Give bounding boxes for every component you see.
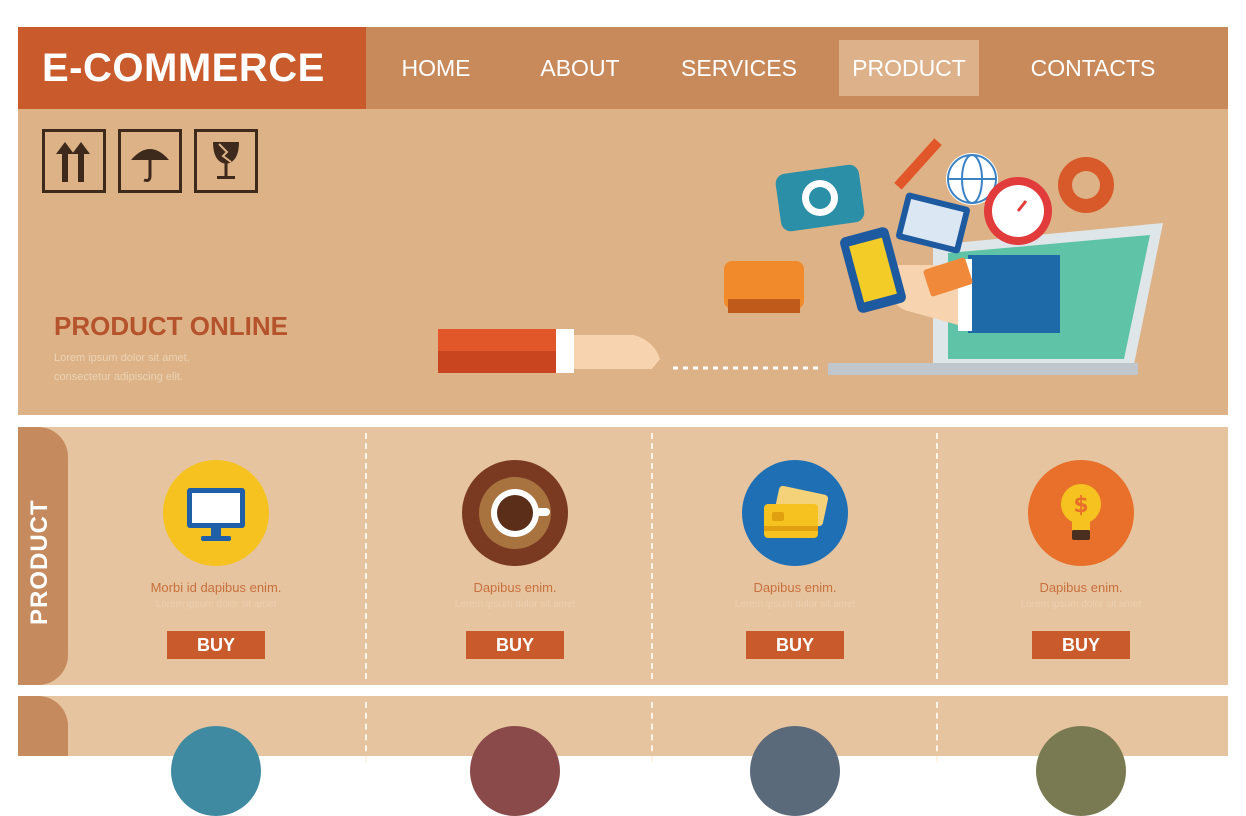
product-icon-partial — [1036, 726, 1126, 816]
buy-button[interactable]: BUY — [746, 631, 844, 659]
product-title: Dapibus enim. — [473, 580, 557, 595]
site-logo[interactable]: E-COMMERCE — [18, 27, 366, 109]
divider — [651, 702, 653, 762]
nav-about[interactable]: ABOUT — [526, 40, 634, 96]
divider — [936, 433, 938, 679]
coffee-icon — [462, 460, 568, 566]
section-tab — [18, 696, 68, 756]
online-shopping-illustration — [438, 138, 1163, 375]
product-icon-partial — [470, 726, 560, 816]
product-title: Dapibus enim. — [753, 580, 837, 595]
product-description: Lorem ipsum dolor sit amet — [155, 599, 277, 610]
divider — [365, 702, 367, 762]
product-card-3: Dapibus enim. Lorem ipsum dolor sit amet… — [680, 427, 910, 685]
divider — [936, 702, 938, 762]
nav-product[interactable]: PRODUCT — [839, 40, 979, 96]
hero-banner: PRODUCT ONLINE Lorem ipsum dolor sit ame… — [18, 109, 1228, 415]
monitor-icon — [163, 460, 269, 566]
section-tab-label: PRODUCT — [26, 499, 53, 625]
umbrella-icon — [118, 129, 182, 193]
top-header: E-COMMERCE HOME ABOUT SERVICES PRODUCT C… — [18, 27, 1228, 109]
product-card-4: $ Dapibus enim. Lorem ipsum dolor sit am… — [966, 427, 1196, 685]
hero-subtitle-line1: Lorem ipsum dolor sit amet, — [54, 352, 190, 364]
product-section-2 — [18, 696, 1228, 816]
section-tab: PRODUCT — [18, 427, 68, 685]
svg-text:$: $ — [1073, 493, 1088, 518]
buy-button[interactable]: BUY — [1032, 631, 1130, 659]
lightbulb-icon: $ — [1028, 460, 1134, 566]
buy-button[interactable]: BUY — [167, 631, 265, 659]
nav-services[interactable]: SERVICES — [678, 40, 800, 96]
product-card-2: Dapibus enim. Lorem ipsum dolor sit amet… — [400, 427, 630, 685]
nav-home[interactable]: HOME — [390, 40, 482, 96]
credit-card-icon — [742, 460, 848, 566]
product-title: Dapibus enim. — [1039, 580, 1123, 595]
product-icon-partial — [171, 726, 261, 816]
product-icon-partial — [750, 726, 840, 816]
hero-title: PRODUCT ONLINE — [54, 311, 288, 341]
product-description: Lorem ipsum dolor sit amet — [454, 599, 576, 610]
fragile-glass-icon — [194, 129, 258, 193]
buy-button[interactable]: BUY — [466, 631, 564, 659]
this-way-up-icon — [42, 129, 106, 193]
product-section: PRODUCT Morbi id dapibus enim. Lorem ips… — [18, 427, 1228, 685]
nav-contacts[interactable]: CONTACTS — [1023, 40, 1163, 96]
product-description: Lorem ipsum dolor sit amet — [734, 599, 856, 610]
divider — [651, 433, 653, 679]
product-card-1: Morbi id dapibus enim. Lorem ipsum dolor… — [101, 427, 331, 685]
product-title: Morbi id dapibus enim. — [150, 580, 282, 595]
hero-subtitle-line2: consectetur adipiscing elit. — [54, 371, 184, 383]
divider — [365, 433, 367, 679]
product-description: Lorem ipsum dolor sit amet — [1020, 599, 1142, 610]
